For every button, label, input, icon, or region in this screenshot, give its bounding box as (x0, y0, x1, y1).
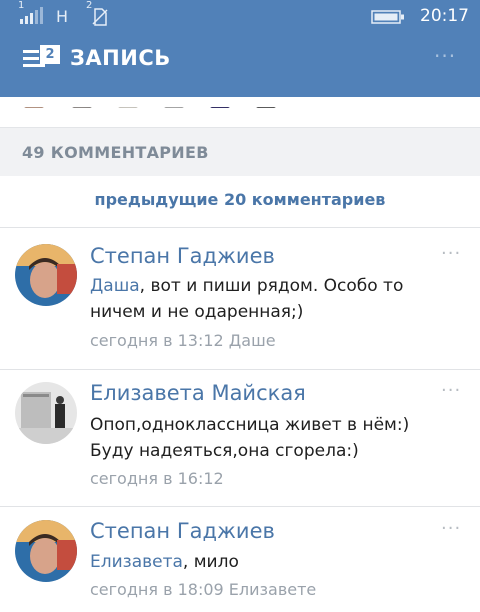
clock: 20:17 (420, 6, 469, 26)
divider (0, 369, 480, 370)
comment-more-icon[interactable]: ··· (441, 243, 461, 264)
battery-icon (371, 10, 404, 24)
network-type: H (56, 7, 69, 26)
comment-text-line2: ничем и не одаренная;) (90, 302, 304, 322)
divider (0, 506, 480, 507)
comment-text-line1: Опоп,одноклассница живет в нём:) (90, 415, 410, 435)
comment-meta: сегодня в 13:12 Даше (90, 331, 276, 350)
comment-text-line1: , мило (182, 552, 239, 572)
no-sim-icon (92, 8, 108, 26)
comment-mention[interactable]: Елизавета (90, 552, 183, 572)
previous-comments-link[interactable]: предыдущие 20 комментариев (0, 190, 480, 209)
comment-more-icon[interactable]: ··· (441, 518, 461, 539)
app-header: 1 H 2 20:17 2 ЗАПИСЬ ··· (0, 0, 480, 97)
comments-count: 49 КОММЕНТАРИЕВ (22, 143, 209, 162)
comment-author[interactable]: Степан Гаджиев (90, 244, 275, 268)
notification-badge: 2 (40, 45, 60, 64)
comment-text-line2: Буду надеяться,она сгорела:) (90, 441, 359, 461)
comment-author[interactable]: Елизавета Майская (90, 381, 306, 405)
avatar[interactable] (15, 382, 77, 444)
more-options-icon[interactable]: ··· (434, 44, 456, 68)
comment-text-line1: , вот и пиши рядом. Особо то (139, 276, 404, 296)
divider (0, 227, 480, 228)
comment-meta: сегодня в 16:12 (90, 469, 224, 488)
avatar[interactable] (15, 520, 77, 582)
page-title: ЗАПИСЬ (70, 46, 171, 70)
comment-author[interactable]: Степан Гаджиев (90, 519, 275, 543)
status-bar: 1 H 2 20:17 (0, 0, 480, 34)
signal-icon (20, 7, 43, 24)
avatar[interactable] (15, 244, 77, 306)
comment-more-icon[interactable]: ··· (441, 380, 461, 401)
comment-text: Елизавета, мило (90, 549, 430, 575)
comment-meta: сегодня в 18:09 Елизавете (90, 580, 317, 599)
comment-text: Даша, вот и пиши рядом. Особо то ничем и… (90, 273, 430, 325)
likers-bottom-cover (0, 97, 480, 107)
comment-mention[interactable]: Даша (90, 276, 140, 296)
comment-text: Опоп,одноклассница живет в нём:) Буду на… (90, 412, 430, 464)
